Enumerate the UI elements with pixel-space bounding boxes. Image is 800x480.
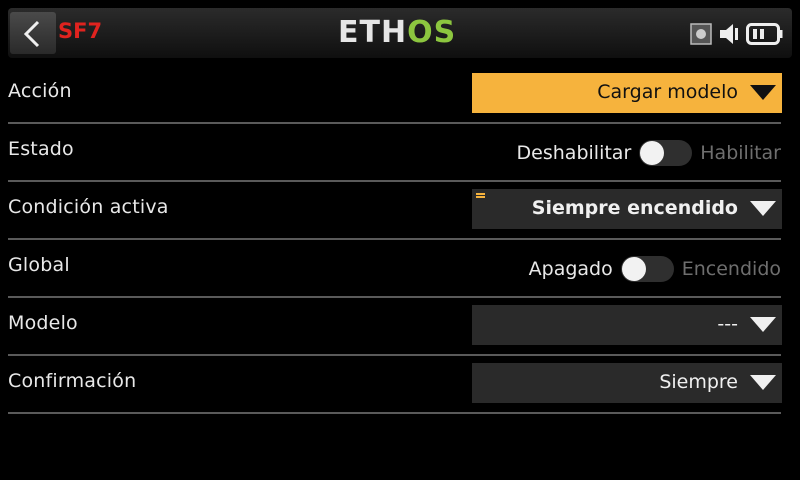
confirmacion-dropdown[interactable]: Siempre — [472, 363, 782, 403]
dropdown-arrow-icon — [750, 85, 776, 100]
global-toggle-group: Apagado Encendido — [529, 254, 781, 284]
accion-label: Acción — [8, 80, 72, 102]
row-accion: Acción Cargar modelo — [8, 66, 782, 124]
estado-toggle-group: Deshabilitar Habilitar — [517, 138, 781, 168]
dropdown-arrow-icon — [750, 201, 776, 216]
sd-card-icon — [690, 23, 712, 45]
modelo-dropdown[interactable]: --- — [472, 305, 782, 345]
switch-knob — [640, 141, 665, 165]
estado-label: Estado — [8, 138, 74, 160]
row-condicion-activa: Condición activa Siempre encendido — [8, 182, 782, 240]
accion-dropdown[interactable]: Cargar modelo — [472, 73, 782, 113]
condition-list-icon — [476, 193, 485, 201]
condicion-activa-dropdown[interactable]: Siempre encendido — [472, 189, 782, 229]
ethos-logo: ETHOS — [338, 15, 457, 50]
modelo-value: --- — [717, 313, 738, 335]
estado-on-label: Habilitar — [700, 142, 781, 164]
row-modelo: Modelo --- — [8, 298, 782, 356]
dropdown-arrow-icon — [750, 317, 776, 332]
back-button[interactable] — [10, 12, 56, 54]
page-title: SF7 — [58, 19, 103, 43]
row-estado: Estado Deshabilitar Habilitar — [8, 124, 781, 182]
row-confirmacion: Confirmación Siempre — [8, 356, 782, 414]
estado-off-label: Deshabilitar — [516, 142, 632, 164]
confirmacion-label: Confirmación — [8, 370, 137, 392]
global-switch[interactable] — [620, 256, 674, 282]
speaker-icon — [720, 24, 738, 44]
battery-icon — [746, 23, 783, 45]
confirmacion-value: Siempre — [659, 371, 738, 393]
switch-knob — [621, 257, 646, 281]
global-label: Global — [8, 254, 70, 276]
condicion-activa-value: Siempre encendido — [531, 197, 738, 219]
modelo-label: Modelo — [8, 312, 78, 334]
row-global: Global Apagado Encendido — [8, 240, 781, 298]
estado-switch[interactable] — [639, 140, 693, 166]
back-arrow-icon — [23, 20, 40, 48]
accion-value: Cargar modelo — [597, 81, 738, 103]
status-icons — [690, 20, 784, 48]
dropdown-arrow-icon — [750, 375, 776, 390]
global-on-label: Encendido — [681, 258, 781, 280]
condicion-activa-label: Condición activa — [8, 196, 169, 218]
global-off-label: Apagado — [528, 258, 613, 280]
header-bar: SF7 ETHOS — [8, 8, 792, 58]
